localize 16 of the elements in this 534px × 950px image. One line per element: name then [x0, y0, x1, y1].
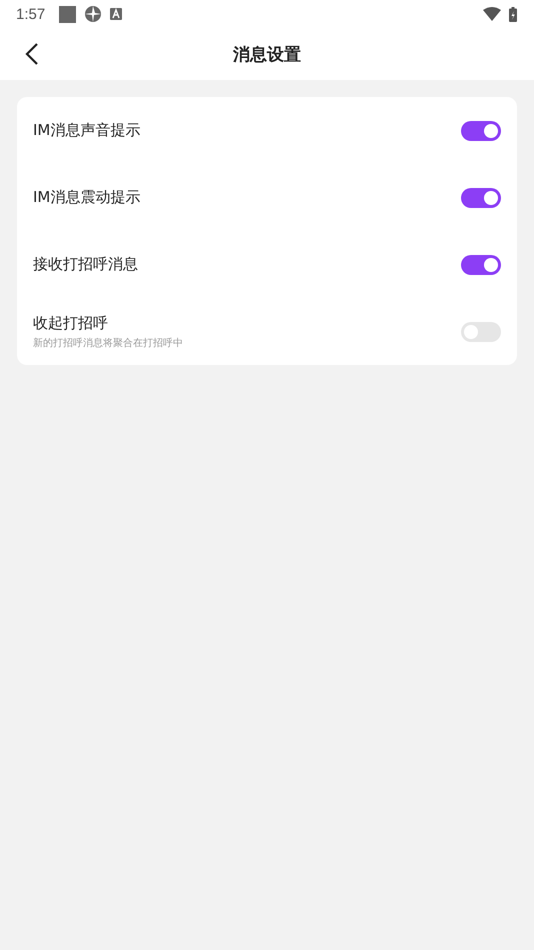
setting-label: 收起打招呼 [33, 314, 109, 332]
status-time: 1:57 [16, 6, 46, 22]
toggle-switch[interactable] [461, 254, 501, 274]
notification-icon [59, 6, 76, 22]
setting-label: IM消息声音提示 [33, 121, 140, 140]
toggle-switch[interactable] [461, 188, 501, 208]
setting-label: IM消息震动提示 [33, 188, 140, 207]
app-icon [110, 8, 122, 20]
battery-icon [509, 6, 517, 22]
toggle-switch[interactable] [461, 322, 501, 342]
aperture-icon [84, 5, 102, 23]
toggle-switch[interactable] [461, 120, 501, 140]
setting-description: 新的打招呼消息将聚合在打招呼中 [33, 336, 183, 350]
setting-label: 接收打招呼消息 [33, 255, 138, 274]
page-title: 消息设置 [233, 44, 301, 66]
wifi-icon [483, 7, 501, 21]
